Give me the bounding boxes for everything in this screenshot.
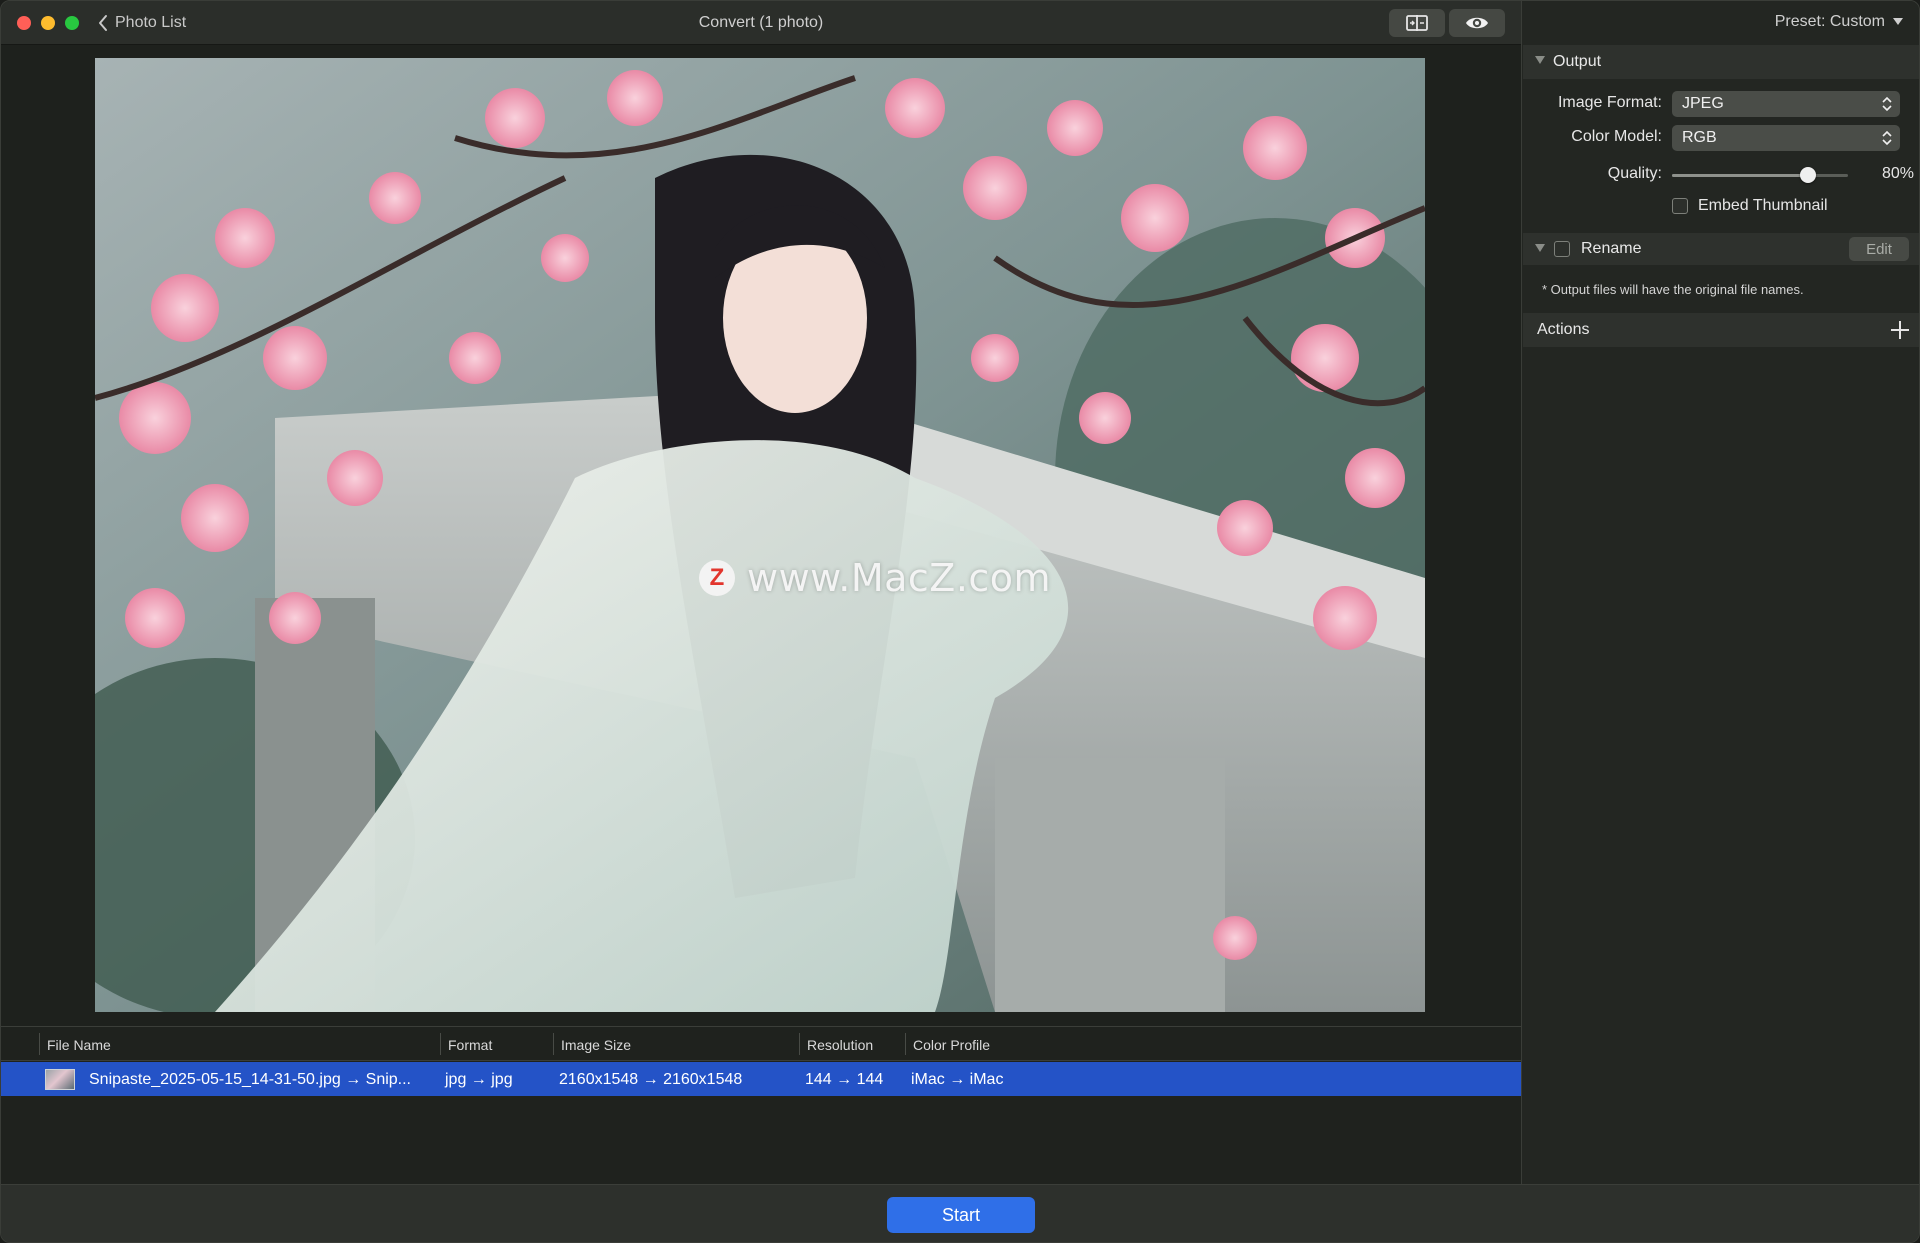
actions-section-title: Actions <box>1537 321 1590 338</box>
output-section-header[interactable]: Output <box>1523 45 1919 79</box>
chevron-left-icon <box>99 15 107 31</box>
dropdown-triangle-icon <box>1893 18 1903 25</box>
back-to-photo-list-button[interactable]: Photo List <box>97 11 186 35</box>
column-separator <box>553 1033 554 1055</box>
quality-value: 80% <box>1881 165 1914 182</box>
embed-thumbnail-label: Embed Thumbnail <box>1698 197 1828 214</box>
eye-icon <box>1466 17 1488 29</box>
column-separator <box>440 1033 441 1055</box>
add-action-plus-icon[interactable] <box>1889 319 1911 341</box>
zoom-window-button[interactable] <box>65 16 79 30</box>
cell-format: jpg → jpg <box>445 1071 513 1088</box>
image-format-value: JPEG <box>1682 95 1724 112</box>
photo-illustration <box>95 58 1425 1012</box>
quality-slider-knob[interactable] <box>1800 167 1816 183</box>
title-bar: Photo List Convert (1 photo) <box>1 1 1521 45</box>
preview-area: Z www.MacZ.com <box>1 45 1521 1026</box>
cell-file-name: Snipaste_2025-05-15_14-31-50.jpg → Snip.… <box>89 1071 411 1088</box>
disclosure-triangle-icon[interactable] <box>1535 56 1545 64</box>
settings-sidebar: Preset: Custom Output Image Format: JPEG… <box>1521 1 1919 1184</box>
color-model-value: RGB <box>1682 129 1717 146</box>
column-header-file-name[interactable]: File Name <box>47 1037 111 1053</box>
start-button[interactable]: Start <box>887 1197 1035 1233</box>
rename-checkbox[interactable] <box>1554 241 1570 257</box>
quality-slider[interactable] <box>1672 167 1848 183</box>
column-header-color-profile[interactable]: Color Profile <box>913 1037 990 1053</box>
disclosure-triangle-icon[interactable] <box>1535 244 1545 252</box>
compare-view-button[interactable] <box>1389 9 1445 37</box>
color-model-select[interactable]: RGB <box>1672 125 1900 151</box>
rename-section-header[interactable]: Rename Edit <box>1523 233 1919 265</box>
quality-label: Quality: <box>1607 165 1662 182</box>
up-down-arrows-icon <box>1882 130 1892 146</box>
preset-menu[interactable]: Preset: Custom <box>1775 13 1903 31</box>
compare-icon <box>1406 15 1428 31</box>
column-separator <box>905 1033 906 1055</box>
actions-section-header: Actions <box>1523 313 1919 347</box>
rename-note: * Output files will have the original fi… <box>1542 282 1804 297</box>
table-row[interactable]: Snipaste_2025-05-15_14-31-50.jpg → Snip.… <box>1 1062 1521 1096</box>
convert-window: Photo List Convert (1 photo) Z www.MacZ.… <box>0 0 1920 1243</box>
rename-section-title: Rename <box>1581 240 1642 257</box>
column-header-resolution[interactable]: Resolution <box>807 1037 873 1053</box>
color-model-label: Color Model: <box>1571 128 1662 145</box>
image-format-select[interactable]: JPEG <box>1672 91 1900 117</box>
preset-label: Preset: Custom <box>1774 13 1885 30</box>
cell-color-profile: iMac → iMac <box>911 1071 1004 1088</box>
cell-resolution: 144 → 144 <box>805 1071 884 1088</box>
up-down-arrows-icon <box>1882 96 1892 112</box>
column-separator <box>39 1033 40 1055</box>
embed-thumbnail-checkbox[interactable] <box>1672 198 1688 214</box>
back-button-label: Photo List <box>115 14 187 31</box>
photo-preview: Z www.MacZ.com <box>95 58 1425 1012</box>
quality-slider-fill <box>1672 174 1808 177</box>
close-window-button[interactable] <box>17 16 31 30</box>
column-separator <box>799 1033 800 1055</box>
table-header: File Name Format Image Size Resolution C… <box>1 1027 1521 1061</box>
photo-thumbnail <box>45 1069 75 1090</box>
macz-logo-icon: Z <box>699 560 735 596</box>
minimize-window-button[interactable] <box>41 16 55 30</box>
rename-edit-button[interactable]: Edit <box>1849 237 1909 261</box>
preview-toggle-button[interactable] <box>1449 9 1505 37</box>
bottom-bar: Start <box>1 1184 1919 1242</box>
watermark: Z www.MacZ.com <box>699 556 1051 600</box>
cell-image-size: 2160x1548 → 2160x1548 <box>559 1071 743 1088</box>
column-header-image-size[interactable]: Image Size <box>561 1037 631 1053</box>
window-title: Convert (1 photo) <box>698 14 824 31</box>
image-format-label: Image Format: <box>1557 94 1662 111</box>
output-section-title: Output <box>1553 53 1602 70</box>
column-header-format[interactable]: Format <box>448 1037 492 1053</box>
photo-table: File Name Format Image Size Resolution C… <box>1 1026 1521 1184</box>
watermark-text: www.MacZ.com <box>747 556 1052 600</box>
